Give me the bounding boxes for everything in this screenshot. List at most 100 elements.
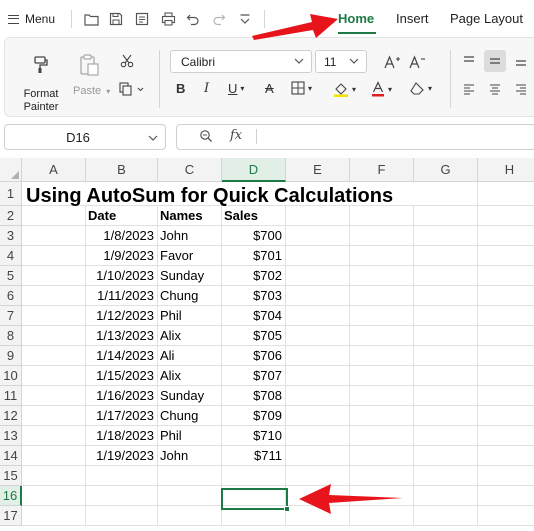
cell-f14[interactable] bbox=[350, 446, 414, 466]
cell-a5[interactable] bbox=[22, 266, 86, 286]
cell-e8[interactable] bbox=[286, 326, 350, 346]
cell-f11[interactable] bbox=[350, 386, 414, 406]
row-header-12[interactable]: 12 bbox=[0, 406, 22, 426]
decrease-font-size-icon[interactable] bbox=[407, 52, 427, 72]
cell-a15[interactable] bbox=[22, 466, 86, 486]
cell-e3[interactable] bbox=[286, 226, 350, 246]
font-name-select[interactable]: Calibri bbox=[170, 50, 312, 73]
cell-b2[interactable]: Date bbox=[86, 206, 158, 226]
cell-e15[interactable] bbox=[286, 466, 350, 486]
cell-b7[interactable]: 1/12/2023 bbox=[86, 306, 158, 326]
cell-h4[interactable] bbox=[478, 246, 534, 266]
cell-d6[interactable]: $703 bbox=[222, 286, 286, 306]
cell-e9[interactable] bbox=[286, 346, 350, 366]
cell-b9[interactable]: 1/14/2023 bbox=[86, 346, 158, 366]
cell-c16[interactable] bbox=[158, 486, 222, 506]
cell-b16[interactable] bbox=[86, 486, 158, 506]
cell-d4[interactable]: $701 bbox=[222, 246, 286, 266]
selected-cell-d16[interactable] bbox=[221, 488, 288, 510]
cell-f6[interactable] bbox=[350, 286, 414, 306]
bold-button[interactable]: B bbox=[176, 81, 185, 96]
cell-a4[interactable] bbox=[22, 246, 86, 266]
cell-h15[interactable] bbox=[478, 466, 534, 486]
cell-g5[interactable] bbox=[414, 266, 478, 286]
undo-icon[interactable] bbox=[183, 9, 203, 29]
row-header-1[interactable]: 1 bbox=[0, 182, 22, 206]
cell-f5[interactable] bbox=[350, 266, 414, 286]
format-painter-button[interactable]: Format Painter bbox=[21, 88, 61, 114]
cell-a7[interactable] bbox=[22, 306, 86, 326]
cell-f8[interactable] bbox=[350, 326, 414, 346]
cell-g10[interactable] bbox=[414, 366, 478, 386]
row-header-15[interactable]: 15 bbox=[0, 466, 22, 486]
cell-h8[interactable] bbox=[478, 326, 534, 346]
borders-button[interactable]: ▾ bbox=[291, 81, 312, 95]
align-right-button[interactable] bbox=[510, 78, 532, 100]
fill-color-button[interactable]: ▾ bbox=[333, 81, 356, 97]
cell-e10[interactable] bbox=[286, 366, 350, 386]
cell-g6[interactable] bbox=[414, 286, 478, 306]
cell-c8[interactable]: Alix bbox=[158, 326, 222, 346]
copy-icon[interactable] bbox=[118, 80, 148, 98]
cell-c7[interactable]: Phil bbox=[158, 306, 222, 326]
cell-f16[interactable] bbox=[350, 486, 414, 506]
save-icon[interactable] bbox=[106, 9, 126, 29]
cell-d10[interactable]: $707 bbox=[222, 366, 286, 386]
cell-c6[interactable]: Chung bbox=[158, 286, 222, 306]
column-header-b[interactable]: B bbox=[86, 158, 158, 182]
cell-b15[interactable] bbox=[86, 466, 158, 486]
cell-a14[interactable] bbox=[22, 446, 86, 466]
paste-button[interactable]: Paste ▾ bbox=[73, 85, 110, 97]
cell-h13[interactable] bbox=[478, 426, 534, 446]
cell-g16[interactable] bbox=[414, 486, 478, 506]
cell-g7[interactable] bbox=[414, 306, 478, 326]
format-painter-icon[interactable] bbox=[30, 54, 52, 76]
cell-e17[interactable] bbox=[286, 506, 350, 526]
column-header-h[interactable]: H bbox=[478, 158, 534, 182]
cell-f15[interactable] bbox=[350, 466, 414, 486]
cell-h12[interactable] bbox=[478, 406, 534, 426]
cell-f7[interactable] bbox=[350, 306, 414, 326]
cell-f2[interactable] bbox=[350, 206, 414, 226]
cell-f4[interactable] bbox=[350, 246, 414, 266]
increase-font-size-icon[interactable] bbox=[382, 52, 402, 72]
cut-icon[interactable] bbox=[118, 52, 136, 70]
cell-d5[interactable]: $702 bbox=[222, 266, 286, 286]
cell-f3[interactable] bbox=[350, 226, 414, 246]
cell-h7[interactable] bbox=[478, 306, 534, 326]
cell-a16[interactable] bbox=[22, 486, 86, 506]
cell-b10[interactable]: 1/15/2023 bbox=[86, 366, 158, 386]
tab-home[interactable]: Home bbox=[338, 11, 374, 26]
strikethrough-button[interactable]: A bbox=[265, 81, 274, 96]
cell-f12[interactable] bbox=[350, 406, 414, 426]
menu-button[interactable]: Menu bbox=[8, 9, 55, 29]
column-header-a[interactable]: A bbox=[22, 158, 86, 182]
folder-open-icon[interactable] bbox=[81, 9, 101, 29]
row-header-3[interactable]: 3 bbox=[0, 226, 22, 246]
cell-d2[interactable]: Sales bbox=[222, 206, 286, 226]
cell-d12[interactable]: $709 bbox=[222, 406, 286, 426]
cell-g1[interactable] bbox=[414, 182, 478, 206]
cell-c11[interactable]: Sunday bbox=[158, 386, 222, 406]
cell-g17[interactable] bbox=[414, 506, 478, 526]
cell-h9[interactable] bbox=[478, 346, 534, 366]
row-header-16[interactable]: 16 bbox=[0, 486, 22, 506]
paste-icon[interactable] bbox=[77, 52, 101, 78]
row-header-9[interactable]: 9 bbox=[0, 346, 22, 366]
more-icon[interactable] bbox=[235, 9, 255, 29]
cell-g15[interactable] bbox=[414, 466, 478, 486]
cell-b14[interactable]: 1/19/2023 bbox=[86, 446, 158, 466]
cell-e13[interactable] bbox=[286, 426, 350, 446]
cell-a2[interactable] bbox=[22, 206, 86, 226]
cell-c2[interactable]: Names bbox=[158, 206, 222, 226]
row-header-8[interactable]: 8 bbox=[0, 326, 22, 346]
clear-format-button[interactable]: ▾ bbox=[410, 81, 432, 95]
cell-b11[interactable]: 1/16/2023 bbox=[86, 386, 158, 406]
cell-b4[interactable]: 1/9/2023 bbox=[86, 246, 158, 266]
cell-b12[interactable]: 1/17/2023 bbox=[86, 406, 158, 426]
column-header-f[interactable]: F bbox=[350, 158, 414, 182]
cell-h1[interactable] bbox=[478, 182, 534, 206]
cell-g12[interactable] bbox=[414, 406, 478, 426]
cell-d8[interactable]: $705 bbox=[222, 326, 286, 346]
tab-insert[interactable]: Insert bbox=[396, 11, 429, 26]
